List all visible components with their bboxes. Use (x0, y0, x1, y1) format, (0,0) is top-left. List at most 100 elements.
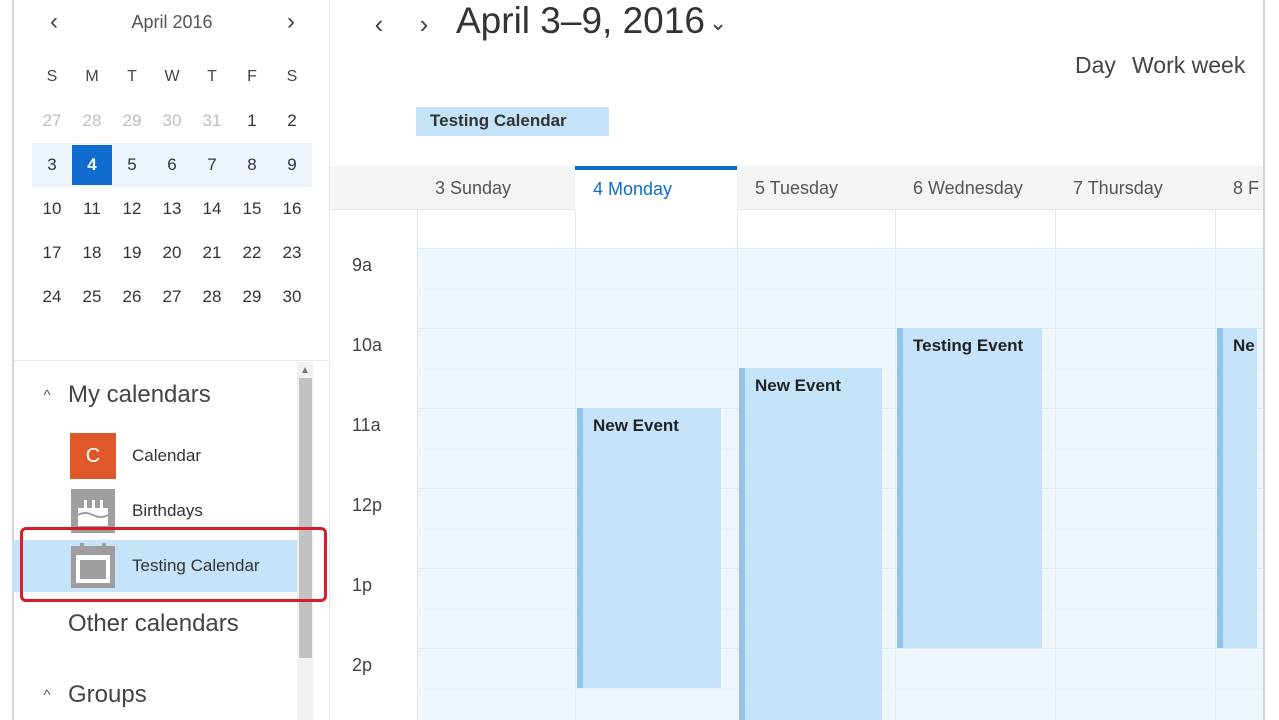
day-header-monday[interactable]: 4 Monday (575, 166, 737, 210)
view-day-button[interactable]: Day (1075, 52, 1116, 79)
day-header-sunday[interactable]: 3 Sunday (417, 166, 575, 210)
day-column-thursday[interactable] (1055, 210, 1215, 720)
day-cell[interactable]: 30 (272, 277, 312, 317)
mini-calendar-month: April 2016 (131, 12, 213, 32)
chevron-right-icon: › (419, 9, 429, 39)
day-cell[interactable]: 12 (112, 189, 152, 229)
day-cell[interactable]: 29 (112, 101, 152, 141)
day-cell[interactable]: 6 (152, 145, 192, 185)
weekday-label: S (286, 68, 298, 85)
calendar-color-icon: C (70, 433, 116, 479)
day-cell[interactable]: 15 (232, 189, 272, 229)
day-cell[interactable]: 26 (112, 277, 152, 317)
week-row: 17 18 19 20 21 22 23 (32, 231, 312, 275)
date-range-title[interactable]: April 3–9, 2016 ⌄ (456, 0, 727, 42)
groups-header[interactable]: ^ Groups (0, 678, 147, 712)
day-cell[interactable]: 27 (152, 277, 192, 317)
day-cell[interactable]: 30 (152, 101, 192, 141)
mini-calendar-grid: S M T W T F S 27 28 29 30 31 1 2 3 4 5 6… (32, 55, 312, 319)
day-cell[interactable]: 18 (72, 233, 112, 273)
chevron-up-icon: ^ (43, 386, 51, 404)
my-calendars-header[interactable]: ^ My calendars (0, 378, 211, 412)
day-cell[interactable]: 28 (72, 101, 112, 141)
date-range-label: April 3–9, 2016 (456, 0, 705, 41)
day-cell[interactable]: 27 (32, 101, 72, 141)
day-cell[interactable]: 7 (192, 145, 232, 185)
chevron-right-icon: › (287, 8, 295, 35)
day-header-wednesday[interactable]: 6 Wednesday (895, 166, 1055, 210)
chevron-down-icon: ⌄ (708, 10, 728, 36)
time-label: 2p (352, 655, 373, 675)
day-header-thursday[interactable]: 7 Thursday (1055, 166, 1215, 210)
half-hour-line (417, 288, 1263, 289)
day-cell-today[interactable]: 4 (72, 145, 112, 185)
calendar-item-calendar[interactable]: C Calendar (12, 430, 297, 482)
day-cell[interactable]: 20 (152, 233, 192, 273)
day-cell[interactable]: 1 (232, 101, 272, 141)
day-cell[interactable]: 23 (272, 233, 312, 273)
day-cell[interactable]: 10 (32, 189, 72, 229)
groups-label: Groups (68, 681, 147, 708)
day-cell[interactable]: 21 (192, 233, 232, 273)
time-label: 11a (352, 415, 381, 435)
all-day-event[interactable]: Testing Calendar (416, 107, 609, 136)
window-frame-right (1263, 0, 1265, 720)
time-grid: 9a 10a 11a 12p 1p 2p New Event New Event… (330, 210, 1263, 720)
day-cell[interactable]: 28 (192, 277, 232, 317)
highlight-annotation-box (20, 527, 327, 602)
next-week-button[interactable]: › (410, 10, 438, 38)
weekday-label: S (46, 68, 58, 85)
week-row: 27 28 29 30 31 1 2 (32, 99, 312, 143)
view-work-week-button[interactable]: Work week (1132, 52, 1245, 79)
weekday-label: T (207, 68, 217, 85)
weekday-label: M (85, 68, 99, 85)
chevron-up-icon: ^ (43, 686, 51, 704)
time-gutter: 9a 10a 11a 12p 1p 2p (330, 210, 417, 720)
day-cell[interactable]: 24 (32, 277, 72, 317)
event-testing-event-wednesday[interactable]: Testing Event (897, 328, 1042, 648)
day-cell[interactable]: 13 (152, 189, 192, 229)
event-new-event-tuesday[interactable]: New Event (739, 368, 882, 720)
week-row: 24 25 26 27 28 29 30 (32, 275, 312, 319)
my-calendars-label: My calendars (68, 381, 211, 408)
time-label: 12p (352, 495, 383, 515)
day-cell[interactable]: 2 (272, 101, 312, 141)
prev-week-button[interactable]: ‹ (365, 10, 393, 38)
day-cell[interactable]: 16 (272, 189, 312, 229)
week-row: 10 11 12 13 14 15 16 (32, 187, 312, 231)
event-new-event-monday[interactable]: New Event (577, 408, 721, 688)
day-cell[interactable]: 9 (272, 145, 312, 185)
weekday-row: S M T W T F S (32, 55, 312, 99)
day-cell[interactable]: 5 (112, 145, 152, 185)
week-row-current: 3 4 5 6 7 8 9 (32, 143, 312, 187)
weekday-label: W (164, 68, 180, 85)
scrollbar-thumb[interactable] (299, 378, 312, 658)
calendar-item-label: Birthdays (132, 501, 203, 520)
day-cell[interactable]: 11 (72, 189, 112, 229)
day-cell[interactable]: 29 (232, 277, 272, 317)
day-header-tuesday[interactable]: 5 Tuesday (737, 166, 895, 210)
mini-calendar-header: ‹ April 2016 › (14, 6, 330, 38)
hour-line (417, 248, 1263, 249)
calendar-toolbar: ‹ › April 3–9, 2016 ⌄ Day Work week (330, 0, 1263, 100)
event-friday[interactable]: Ne (1217, 328, 1257, 648)
time-label: 10a (352, 335, 383, 355)
day-cell[interactable]: 31 (192, 101, 232, 141)
day-cell[interactable]: 3 (32, 145, 72, 185)
day-cell[interactable]: 22 (232, 233, 272, 273)
day-cell[interactable]: 25 (72, 277, 112, 317)
mini-prev-month-button[interactable]: ‹ (40, 8, 68, 36)
day-cell[interactable]: 14 (192, 189, 232, 229)
mini-next-month-button[interactable]: › (277, 8, 305, 36)
day-cell[interactable]: 17 (32, 233, 72, 273)
day-header-friday[interactable]: 8 F (1215, 166, 1263, 210)
day-column-sunday[interactable] (417, 210, 575, 720)
weekday-label: F (247, 68, 257, 85)
day-cell[interactable]: 19 (112, 233, 152, 273)
scroll-up-arrow-icon[interactable]: ▲ (297, 364, 313, 378)
calendar-item-label: Calendar (132, 446, 201, 465)
time-label: 9a (352, 255, 373, 275)
day-cell[interactable]: 8 (232, 145, 272, 185)
other-calendars-header[interactable]: Other calendars (68, 610, 239, 638)
day-header-row: 3 Sunday 4 Monday 5 Tuesday 6 Wednesday … (330, 166, 1263, 210)
